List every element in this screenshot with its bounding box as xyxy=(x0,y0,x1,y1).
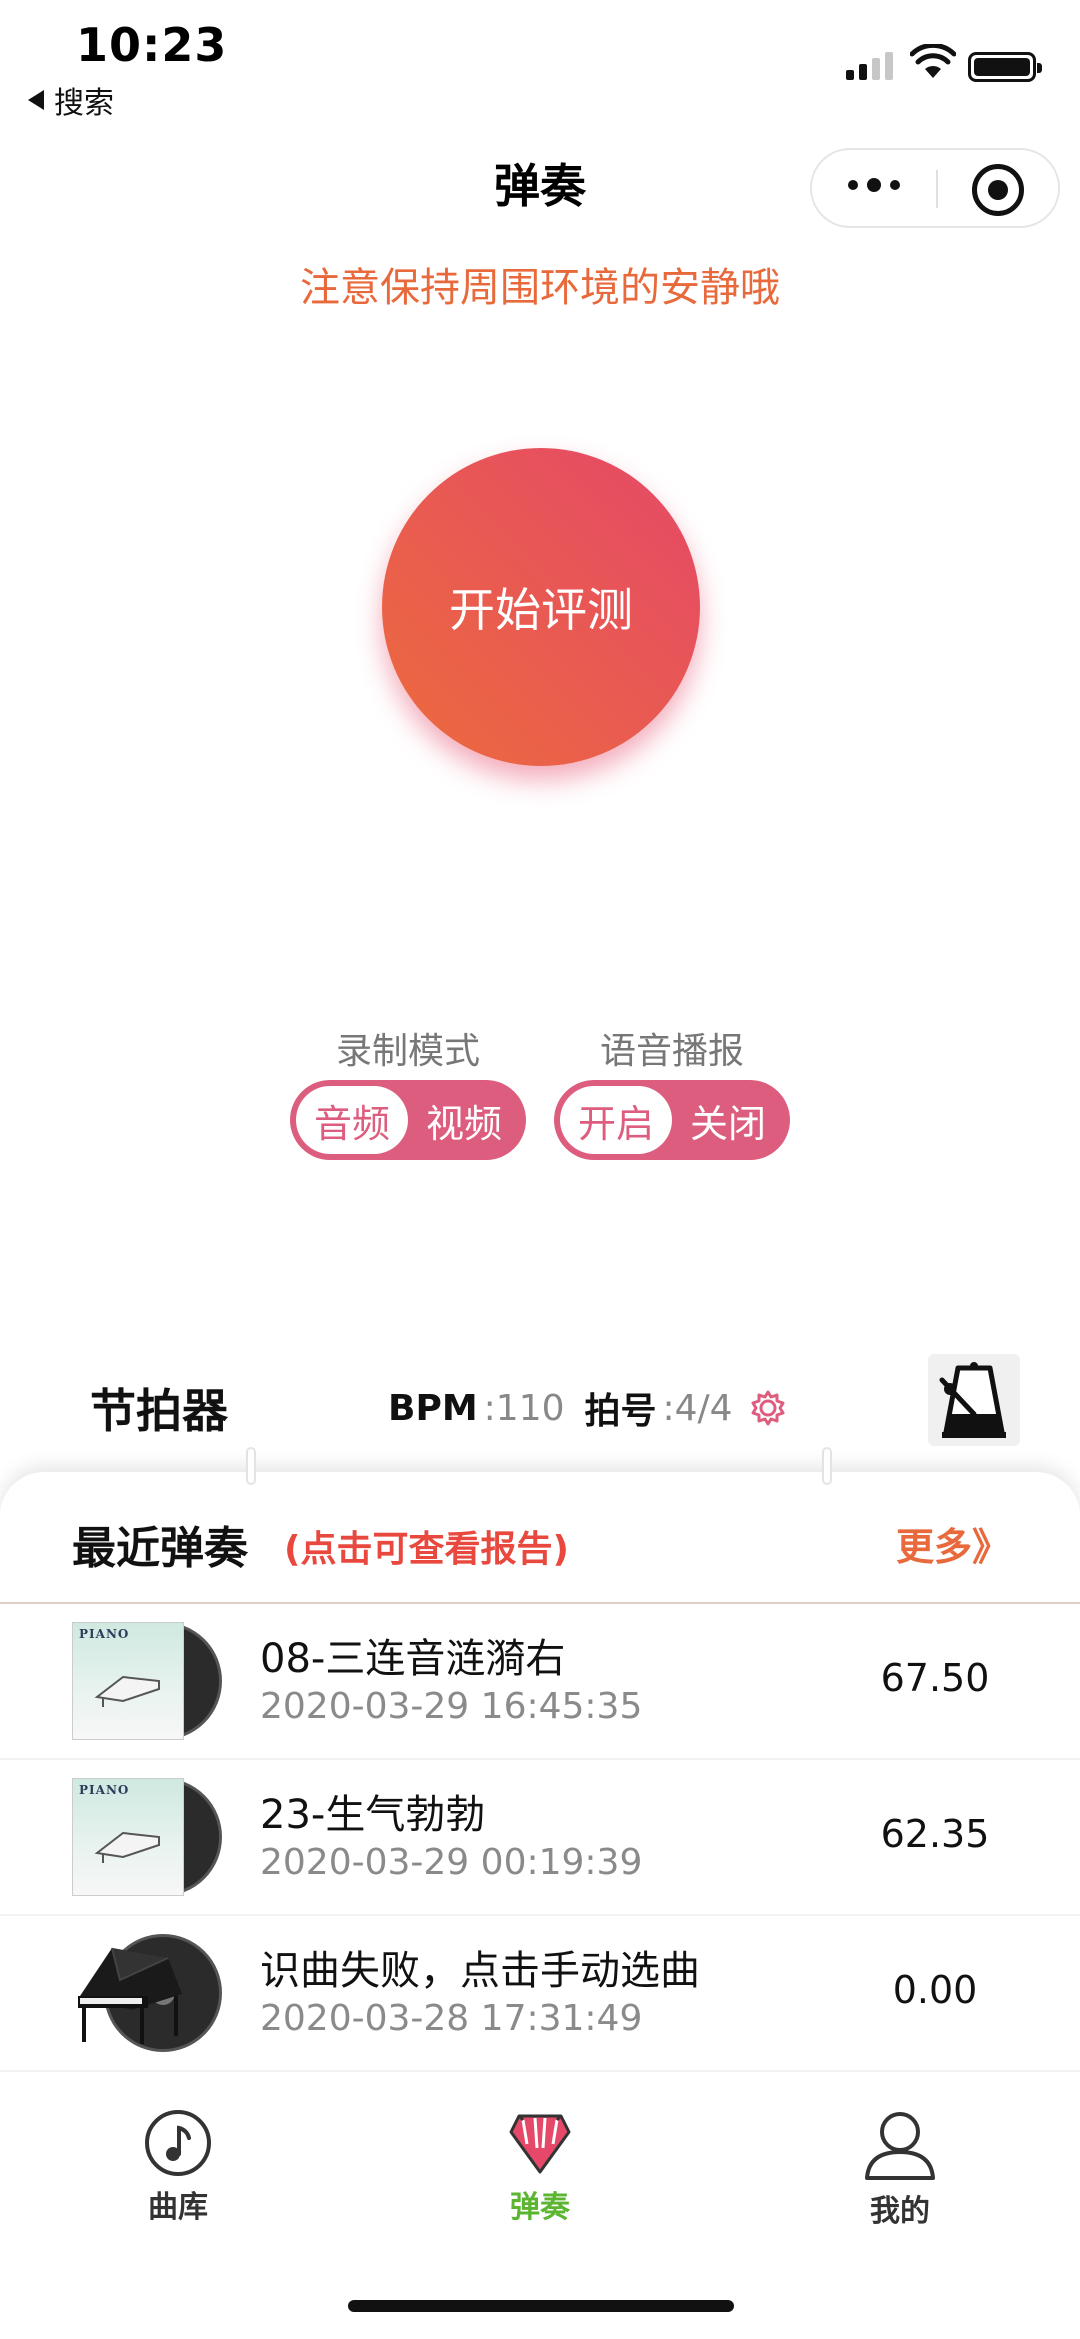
voice-broadcast-toggle: 开启 关闭 xyxy=(554,1080,790,1160)
play-date: 2020-03-28 17:31:49 xyxy=(260,1998,643,2039)
tab-label: 曲库 xyxy=(148,2190,208,2225)
grand-piano-icon xyxy=(78,1947,182,2044)
beat-value: :4/4 xyxy=(662,1387,733,1429)
recent-play-row[interactable]: 识曲失败，点击手动选曲 2020-03-28 17:31:49 0.00 xyxy=(0,1916,1080,2072)
play-score: 62.35 xyxy=(880,1812,990,1856)
play-date: 2020-03-29 16:45:35 xyxy=(260,1686,643,1727)
recent-plays-hint: (点击可查看报告) xyxy=(284,1529,569,1570)
status-time: 10:23 xyxy=(76,18,228,72)
record-mode-video[interactable]: 视频 xyxy=(408,1086,520,1154)
record-mode-toggle: 音频 视频 xyxy=(290,1080,526,1160)
user-icon xyxy=(865,2112,935,2180)
quiet-notice: 注意保持周围环境的安静哦 xyxy=(300,265,780,311)
metronome-icon[interactable] xyxy=(928,1354,1020,1446)
play-date: 2020-03-29 00:19:39 xyxy=(260,1842,643,1883)
recent-play-row[interactable]: PIANO 08-三连音涟漪右 2020-03-29 16:45:35 67.5… xyxy=(0,1604,1080,1760)
capsule-divider xyxy=(936,170,938,208)
tab-label: 我的 xyxy=(870,2194,930,2229)
voice-broadcast-on[interactable]: 开启 xyxy=(560,1086,672,1154)
voice-broadcast-label: 语音播报 xyxy=(599,1031,744,1072)
song-name: 识曲失败，点击手动选曲 xyxy=(260,1948,700,1994)
grand-piano-cover xyxy=(72,1934,222,2052)
metronome-settings[interactable]: BPM :110 拍号 :4/4 xyxy=(388,1382,787,1434)
piano-book-cover: PIANO xyxy=(72,1778,222,1896)
back-label: 搜索 xyxy=(54,86,114,121)
record-mode-audio[interactable]: 音频 xyxy=(296,1086,408,1154)
music-note-icon xyxy=(145,2110,211,2176)
voice-broadcast-off[interactable]: 关闭 xyxy=(672,1086,784,1154)
back-to-search[interactable]: 搜索 xyxy=(28,78,114,122)
play-score: 67.50 xyxy=(880,1656,990,1700)
battery-icon xyxy=(968,52,1042,82)
sheet-handle-left xyxy=(246,1447,256,1485)
piano-keys-icon xyxy=(509,2114,571,2174)
start-evaluation-button[interactable]: 开始评测 xyxy=(382,448,700,766)
close-miniprogram-icon[interactable] xyxy=(972,164,1024,216)
cellular-signal-icon xyxy=(846,52,893,80)
home-indicator xyxy=(348,2300,734,2312)
wifi-icon xyxy=(910,44,956,78)
mini-program-capsule xyxy=(810,148,1060,228)
bpm-value: :110 xyxy=(483,1387,565,1429)
song-name: 08-三连音涟漪右 xyxy=(260,1636,566,1682)
sheet-handle-right xyxy=(822,1447,832,1485)
back-arrow-icon xyxy=(28,90,44,110)
tab-library[interactable]: 曲库 xyxy=(88,2108,268,2226)
metronome-title: 节拍器 xyxy=(90,1384,228,1438)
song-name: 23-生气勃勃 xyxy=(260,1792,486,1838)
more-link[interactable]: 更多》 xyxy=(896,1516,1010,1571)
record-mode-label: 录制模式 xyxy=(335,1031,480,1072)
piano-book-cover: PIANO xyxy=(72,1622,222,1740)
tab-play[interactable]: 弹奏 xyxy=(450,2108,630,2226)
gear-icon[interactable] xyxy=(749,1389,787,1427)
tab-label: 弹奏 xyxy=(510,2190,570,2225)
recent-play-row[interactable]: PIANO 23-生气勃勃 2020-03-29 00:19:39 62.35 xyxy=(0,1760,1080,1916)
more-menu-icon[interactable] xyxy=(848,178,900,192)
tab-profile[interactable]: 我的 xyxy=(810,2108,990,2230)
recent-plays-title: 最近弹奏 xyxy=(72,1523,248,1574)
beat-label: 拍号 xyxy=(584,1391,657,1432)
bpm-label: BPM xyxy=(388,1387,478,1429)
play-score: 0.00 xyxy=(892,1968,978,2012)
